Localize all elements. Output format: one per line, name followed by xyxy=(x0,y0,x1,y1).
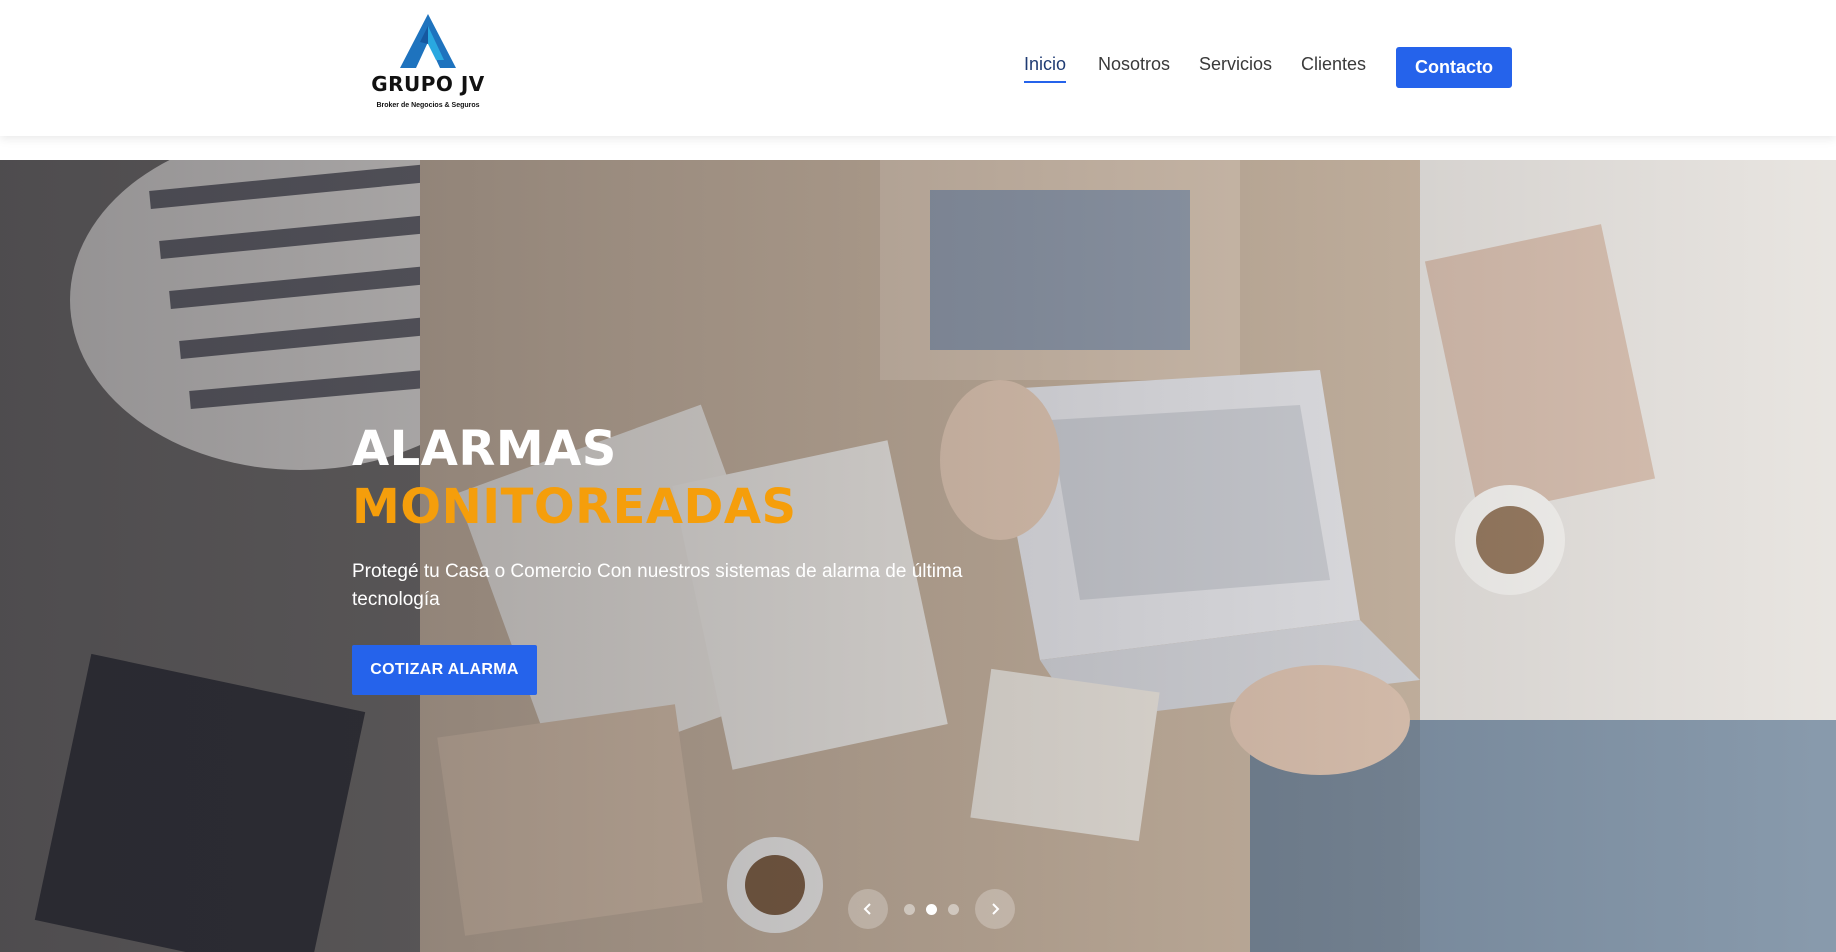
hero-overlay xyxy=(0,160,1836,952)
nav-item-clientes[interactable]: Clientes xyxy=(1301,54,1366,75)
chevron-right-icon xyxy=(992,903,1000,915)
hero-title: ALARMAS MONITOREADAS xyxy=(352,420,797,536)
brand-logo[interactable]: GRUPO JV Broker de Negocios & Seguros xyxy=(368,12,488,116)
hero-title-line1: ALARMAS xyxy=(352,421,617,477)
brand-tagline: Broker de Negocios & Seguros xyxy=(376,102,480,109)
nav-item-nosotros[interactable]: Nosotros xyxy=(1098,54,1170,75)
nav-item-inicio[interactable]: Inicio xyxy=(1024,54,1067,83)
nav-item-servicios[interactable]: Servicios xyxy=(1199,54,1272,75)
brand-name: GRUPO JV xyxy=(371,72,485,96)
hero-title-line2: MONITOREADAS xyxy=(352,479,797,535)
carousel-dot-1[interactable] xyxy=(904,904,915,915)
quote-alarm-button[interactable]: COTIZAR ALARMA xyxy=(352,645,537,695)
carousel-next-button[interactable] xyxy=(975,889,1015,929)
logo-triangle-icon xyxy=(400,14,456,68)
carousel-prev-button[interactable] xyxy=(848,889,888,929)
hero-description: Protegé tu Casa o Comercio Con nuestros … xyxy=(352,561,963,610)
carousel-dot-2-active[interactable] xyxy=(926,904,937,915)
site-header: GRUPO JV Broker de Negocios & Seguros In… xyxy=(0,0,1836,136)
carousel-dot-3[interactable] xyxy=(948,904,959,915)
contact-button[interactable]: Contacto xyxy=(1396,47,1512,88)
hero-slider: ALARMAS MONITOREADAS Protegé tu Casa o C… xyxy=(0,160,1836,952)
chevron-left-icon xyxy=(863,903,871,915)
